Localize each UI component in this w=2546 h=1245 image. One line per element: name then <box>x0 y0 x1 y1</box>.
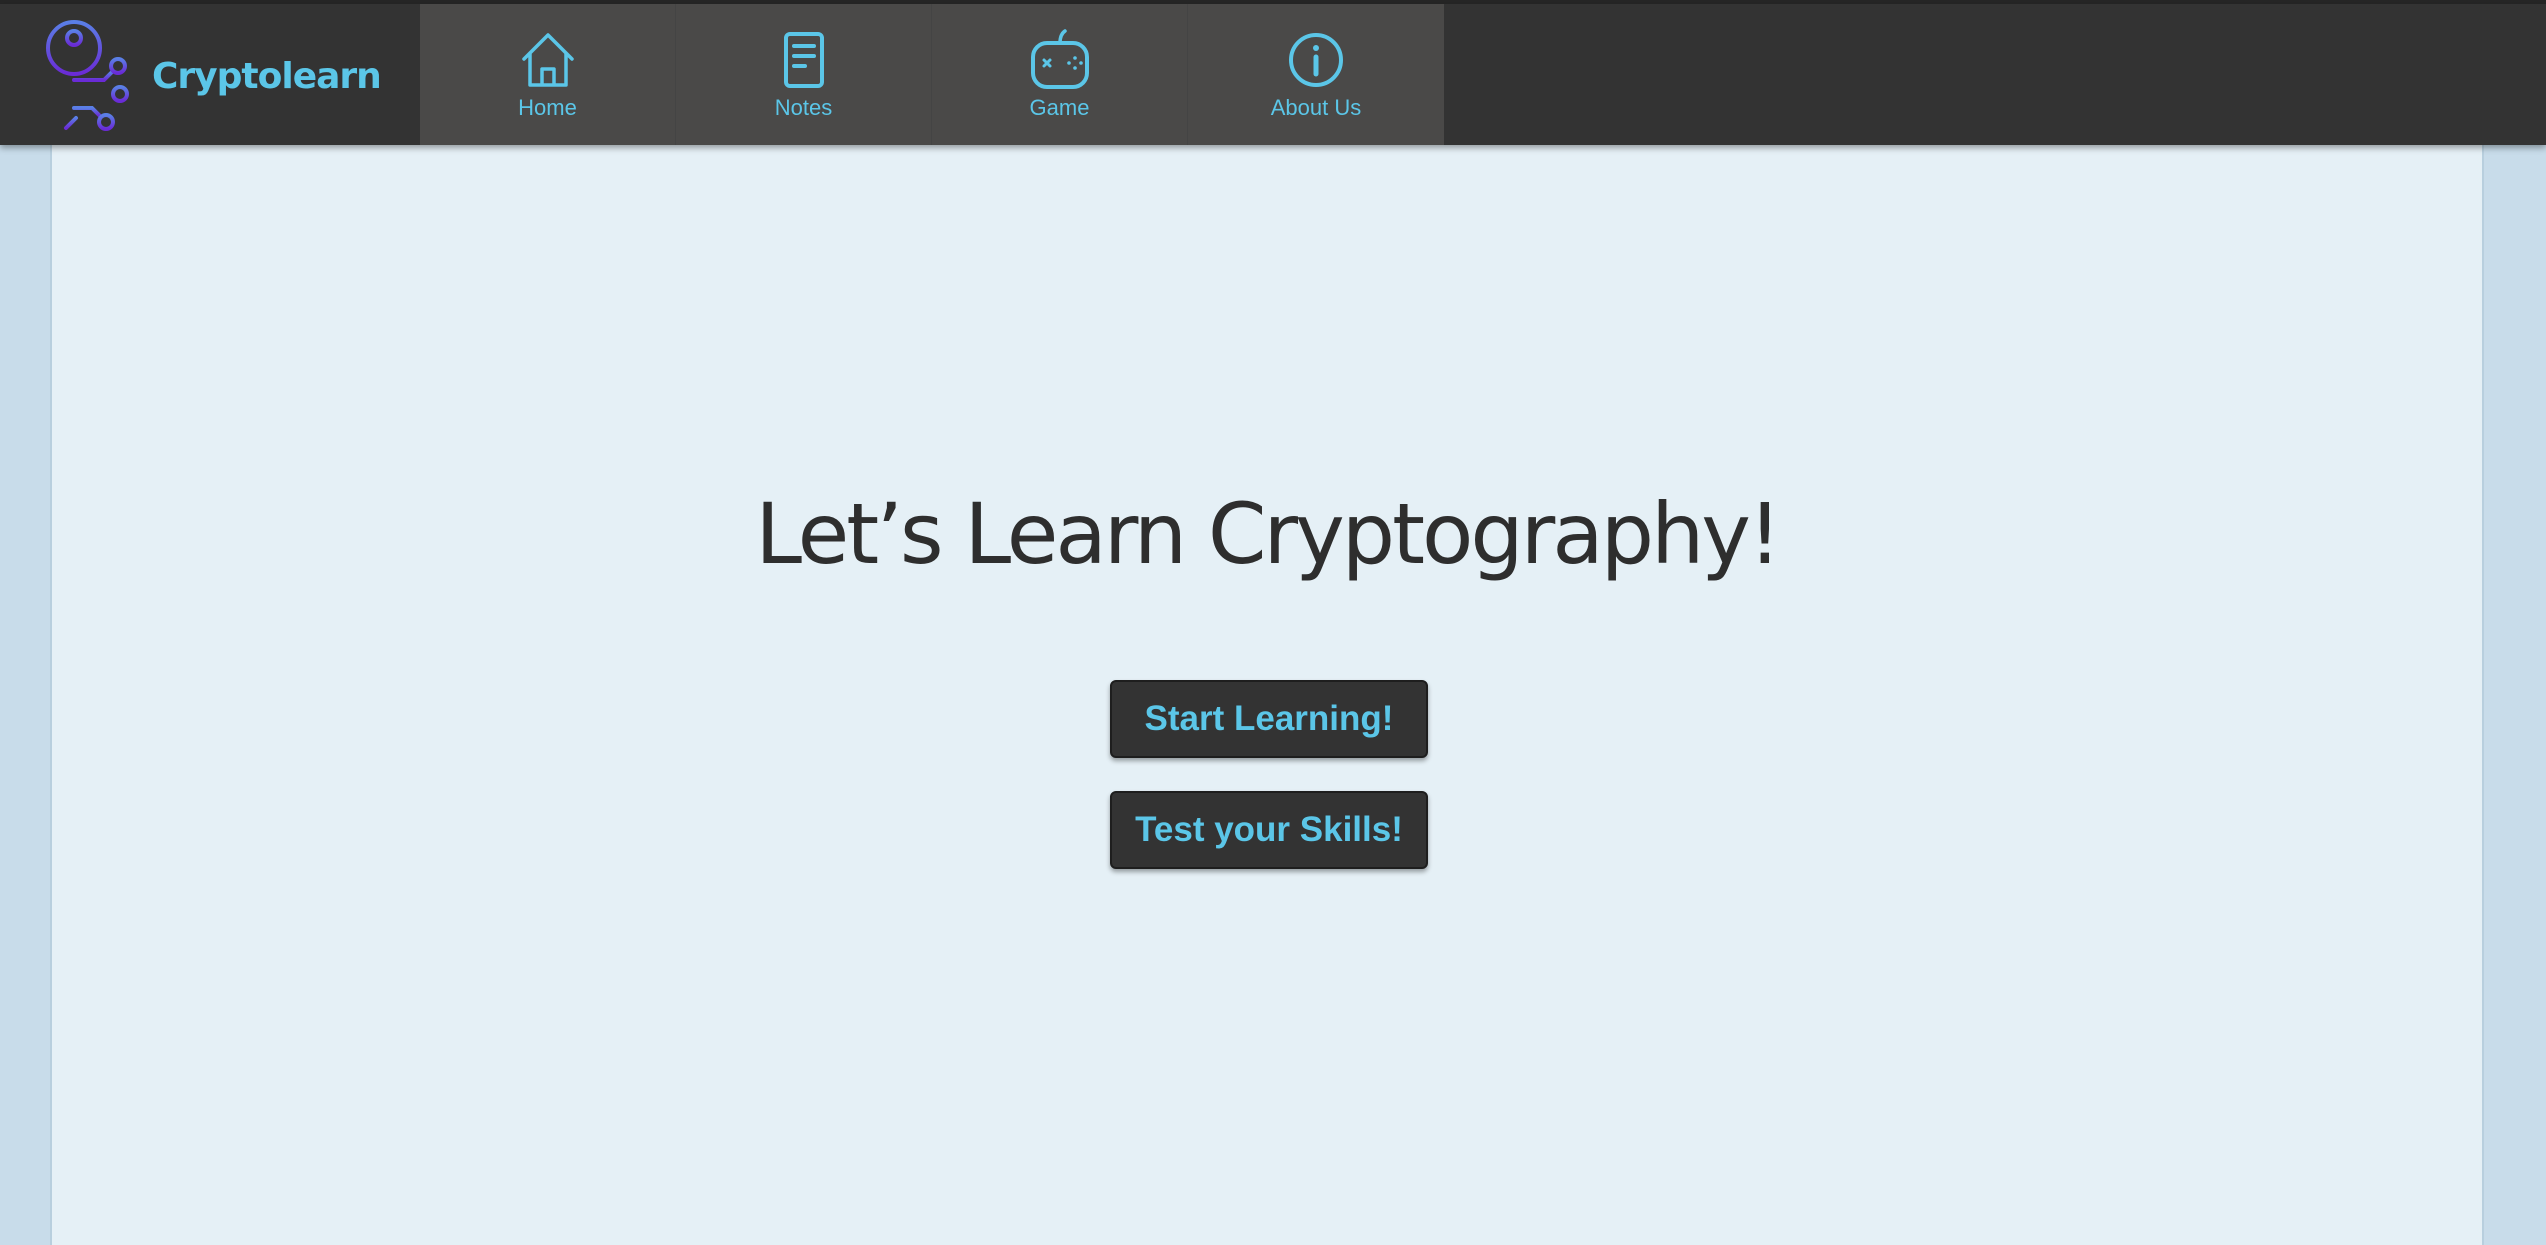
main-content: Let’s Learn Cryptography! Start Learning… <box>50 145 2484 1245</box>
hero-title: Let’s Learn Cryptography! <box>755 485 1781 583</box>
info-icon <box>1289 32 1343 87</box>
home-icon <box>521 32 574 87</box>
brand-name: Cryptolearn <box>152 55 382 97</box>
notes-icon <box>783 31 824 88</box>
nav-item-game[interactable]: Game <box>932 4 1188 145</box>
test-skills-button[interactable]: Test your Skills! <box>1110 791 1428 869</box>
nav-label-home: Home <box>518 94 577 120</box>
nav-item-about-us[interactable]: About Us <box>1188 4 1444 145</box>
main-nav: Home Notes Game About Us <box>420 4 1444 145</box>
nav-label-about-us: About Us <box>1270 94 1362 120</box>
gamepad-icon <box>1030 28 1089 89</box>
navbar: Cryptolearn Home Notes Game About Us <box>0 4 2546 145</box>
start-learning-button[interactable]: Start Learning! <box>1110 680 1428 758</box>
nav-label-notes: Notes <box>774 94 833 120</box>
nav-item-home[interactable]: Home <box>420 4 676 145</box>
key-circuit-icon <box>46 20 129 131</box>
nav-label-game: Game <box>1029 94 1090 120</box>
brand[interactable]: Cryptolearn <box>44 18 382 134</box>
nav-item-notes[interactable]: Notes <box>676 4 932 145</box>
